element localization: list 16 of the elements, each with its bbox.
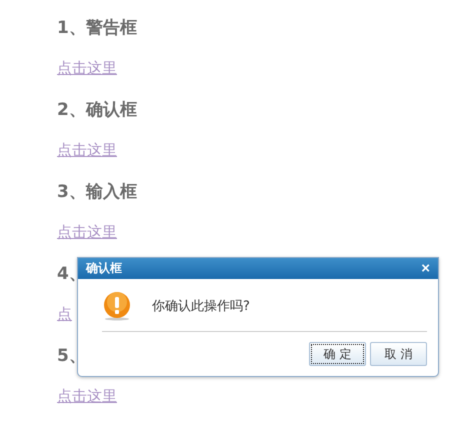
click-here-link[interactable]: 点击这里 [57,141,117,160]
ok-button[interactable]: 确 定 [309,342,366,366]
click-here-link[interactable]: 点 [57,305,72,324]
section-heading: 5、 [57,345,86,367]
click-here-link[interactable]: 点击这里 [57,59,117,78]
section-heading: 1、警告框 [57,17,137,39]
click-here-link[interactable]: 点击这里 [57,223,117,242]
section-heading: 4、 [57,264,86,285]
section-heading: 2、确认框 [57,99,137,121]
close-button[interactable]: × [421,261,430,276]
cancel-button[interactable]: 取 消 [370,342,427,366]
click-here-link[interactable]: 点击这里 [57,387,117,406]
warning-icon [102,291,132,321]
dialog-message: 你确认此操作吗? [152,298,250,315]
section-heading: 3、输入框 [57,181,137,203]
dialog-title: 确认框 [86,260,122,277]
